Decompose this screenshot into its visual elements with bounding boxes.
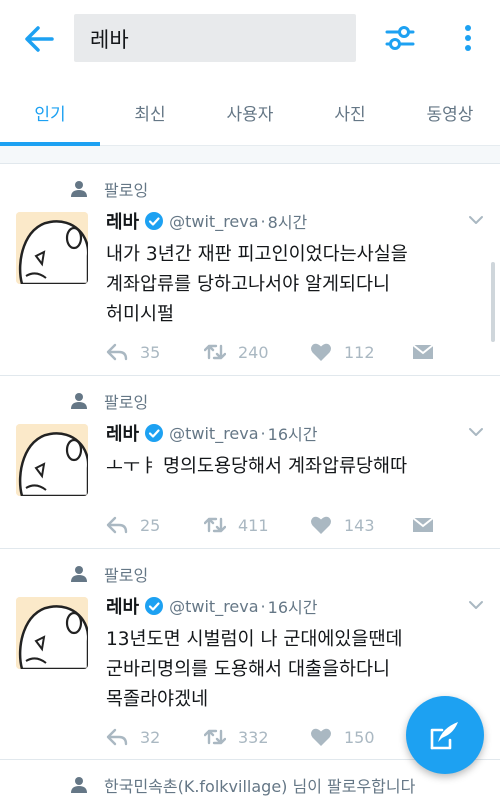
tweet-time: 8시간 (267, 213, 308, 232)
top-app-bar: 레바 (0, 0, 500, 80)
tweet[interactable]: 팔로잉 레바 @twit_reva · 8시간 내가 3년간 재판 피고인이었다… (0, 164, 500, 376)
tweet-text: 내가 3년간 재판 피고인이었다는사실을 계좌압류를 당하고나서야 알게되다니 … (106, 240, 486, 330)
author-handle: @twit_reva (169, 423, 259, 443)
social-context-label: 팔로잉 (104, 566, 149, 585)
tab-people[interactable]: 사용자 (200, 100, 300, 125)
tab-latest[interactable]: 최신 (100, 100, 200, 125)
retweet-icon (204, 344, 226, 360)
verified-badge-icon (145, 597, 164, 615)
tab-photos[interactable]: 사진 (300, 100, 400, 125)
social-context-label: 팔로잉 (104, 393, 149, 412)
author-handle: @twit_reva (169, 211, 259, 231)
tweet-text-line: 13년도면 시벌럼이 나 군대에있을땐데 (106, 629, 403, 650)
retweet-icon (204, 517, 226, 533)
search-tabs: 인기 최신 사용자 사진 동영상 (0, 80, 500, 146)
person-icon (71, 566, 87, 582)
tab-top[interactable]: 인기 (0, 100, 100, 125)
tab-videos[interactable]: 동영상 (400, 100, 500, 125)
reply-icon (106, 343, 128, 361)
tweet-actions: 35 240 112 (106, 340, 446, 364)
tweet[interactable]: 팔로잉 레바 @twit_reva · 16시간 ㅗㅜㅑ 명의도용당해서 계좌압… (0, 376, 500, 549)
tweet-time: 16시간 (267, 598, 318, 617)
direct-message-button[interactable] (412, 340, 434, 364)
separator-dot: · (260, 423, 266, 443)
retweet-button[interactable]: 411 (204, 513, 269, 537)
person-icon (71, 181, 87, 197)
like-button[interactable]: 143 (310, 513, 375, 537)
avatar[interactable] (16, 597, 88, 669)
like-button[interactable]: 150 (310, 725, 375, 749)
like-count: 143 (344, 515, 375, 535)
tweet-text-line: 계좌압류를 당하고나서야 알게되다니 (106, 274, 391, 295)
social-context: 팔로잉 (70, 178, 148, 200)
avatar[interactable] (16, 424, 88, 496)
chevron-down-icon[interactable] (468, 599, 484, 611)
like-count: 150 (344, 727, 375, 747)
person-icon (71, 393, 87, 409)
separator-dot: · (260, 596, 266, 616)
compose-tweet-button[interactable] (406, 696, 484, 774)
tweet-header: 레바 @twit_reva · 8시간 (106, 208, 307, 234)
social-context-label: 한국민속촌(K.folkvillage) 님이 팔로우합니다 (104, 777, 416, 796)
tweet-text-line: 허미시펄 (106, 304, 175, 325)
reply-icon (106, 728, 128, 746)
retweet-button[interactable]: 332 (204, 725, 269, 749)
scrollbar-thumb[interactable] (491, 262, 495, 342)
social-context: 팔로잉 (70, 390, 148, 412)
tweet-text-line: 내가 3년간 재판 피고인이었다는사실을 (106, 244, 408, 265)
tweet-text-line: 군바리명의를 도용해서 대출을하다니 (106, 659, 391, 680)
social-context: 한국민속촌(K.folkvillage) 님이 팔로우합니다 (70, 774, 415, 796)
back-arrow-icon[interactable] (22, 22, 56, 56)
filter-sliders-icon[interactable] (384, 22, 416, 54)
search-input[interactable]: 레바 (74, 14, 356, 62)
reply-count: 32 (140, 727, 161, 747)
heart-icon (311, 728, 331, 746)
tweet-time: 16시간 (267, 425, 318, 444)
retweet-button[interactable]: 240 (204, 340, 269, 364)
envelope-icon (412, 517, 434, 532)
person-icon (71, 777, 87, 793)
reply-icon (106, 516, 128, 534)
retweet-count: 240 (238, 342, 269, 362)
author-name[interactable]: 레바 (106, 208, 139, 234)
reply-count: 35 (140, 342, 161, 362)
author-name[interactable]: 레바 (106, 420, 139, 446)
direct-message-button[interactable] (412, 513, 434, 537)
like-count: 112 (344, 342, 375, 362)
avatar[interactable] (16, 212, 88, 284)
reply-button[interactable]: 25 (106, 513, 160, 537)
retweet-count: 332 (238, 727, 269, 747)
social-context-label: 팔로잉 (104, 181, 149, 200)
social-context: 팔로잉 (70, 563, 148, 585)
more-options-icon[interactable] (458, 22, 478, 54)
timeline-separator (0, 146, 500, 164)
envelope-icon (412, 344, 434, 359)
separator-dot: · (260, 211, 266, 231)
reply-count: 25 (140, 515, 161, 535)
reply-button[interactable]: 35 (106, 340, 160, 364)
tweet-header: 레바 @twit_reva · 16시간 (106, 420, 317, 446)
compose-icon (430, 722, 458, 750)
like-button[interactable]: 112 (310, 340, 375, 364)
verified-badge-icon (145, 212, 164, 230)
author-name[interactable]: 레바 (106, 593, 139, 619)
retweet-icon (204, 729, 226, 745)
chevron-down-icon[interactable] (468, 426, 484, 438)
tweet-header: 레바 @twit_reva · 16시간 (106, 593, 317, 619)
tweet-text-line: ㅗㅜㅑ 명의도용당해서 계좌압류당해따 (106, 456, 408, 477)
tweet-actions: 25 411 143 (106, 513, 446, 537)
verified-badge-icon (145, 424, 164, 442)
tweet-text: ㅗㅜㅑ 명의도용당해서 계좌압류당해따 (106, 452, 486, 482)
heart-icon (311, 516, 331, 534)
tweet-actions: 32 332 150 (106, 725, 446, 749)
chevron-down-icon[interactable] (468, 214, 484, 226)
author-handle: @twit_reva (169, 596, 259, 616)
retweet-count: 411 (238, 515, 269, 535)
heart-icon (311, 343, 331, 361)
reply-button[interactable]: 32 (106, 725, 160, 749)
